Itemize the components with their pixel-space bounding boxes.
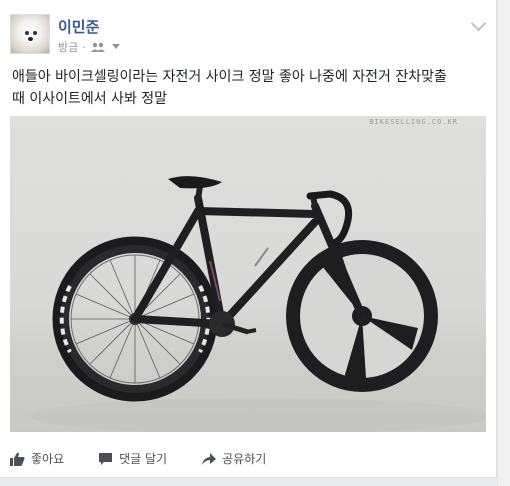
- meta-separator: ·: [82, 40, 86, 54]
- comment-label: 댓글 달기: [119, 452, 168, 466]
- post-actions: 좋아요 댓글 달기 공유하기: [10, 450, 300, 467]
- post-meta: 방금 ·: [58, 39, 120, 55]
- avatar-eye: [33, 31, 37, 35]
- author-name[interactable]: 이민준: [58, 16, 99, 37]
- post-text-line: 애들아 바이크셀링이라는 자전거 사이크 정말 좋아 나중에 자전거 잔차맞출: [12, 69, 447, 85]
- post-options-chevron-icon[interactable]: [470, 15, 487, 32]
- share-label: 공유하기: [222, 452, 267, 466]
- avatar-eye: [25, 31, 29, 35]
- post-photo[interactable]: BIKESELLING.CO.KR: [10, 116, 486, 432]
- like-button[interactable]: 좋아요: [10, 450, 64, 467]
- share-arrow-icon: [202, 452, 217, 465]
- share-button[interactable]: 공유하기: [201, 450, 266, 467]
- post-time[interactable]: 방금: [58, 39, 78, 55]
- scrollbar[interactable]: [497, 0, 510, 486]
- avatar-nose: [28, 37, 33, 41]
- avatar[interactable]: [10, 14, 50, 54]
- thumbs-up-icon: [10, 452, 25, 466]
- post-text-line: 때 이사이트에서 사봐 정말: [12, 91, 168, 107]
- photo-watermark: BIKESELLING.CO.KR: [369, 118, 458, 126]
- post-text: 애들아 바이크셀링이라는 자전거 사이크 정말 좋아 나중에 자전거 잔차맞출 …: [12, 66, 492, 110]
- comment-button[interactable]: 댓글 달기: [98, 450, 167, 467]
- bicycle-image: [30, 176, 486, 432]
- chevron-down-icon[interactable]: [111, 44, 120, 50]
- like-label: 좋아요: [31, 452, 65, 466]
- post-card: 이민준 방금 · 애들아 바이크셀링이라는 자전거 사이크 정말 좋아 나중에 …: [0, 0, 497, 478]
- friends-icon[interactable]: [90, 42, 108, 52]
- comment-icon: [99, 452, 113, 465]
